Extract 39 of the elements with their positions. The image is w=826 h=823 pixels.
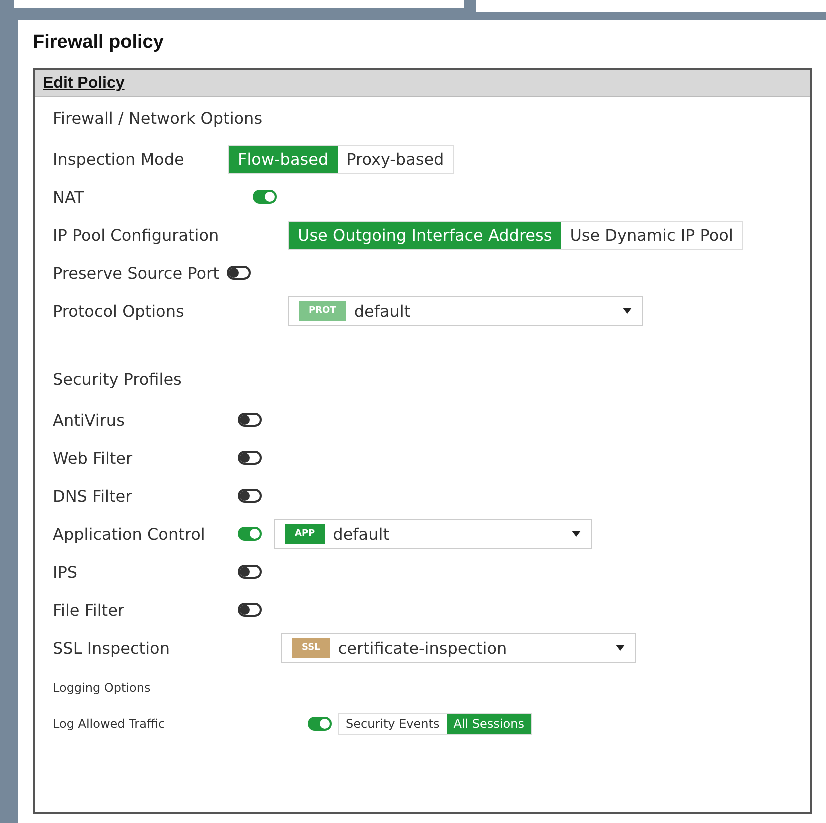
toggle-switch[interactable] <box>308 717 332 731</box>
log-option[interactable]: All Sessions <box>446 714 532 734</box>
field-label: DNS Filter <box>53 486 134 506</box>
toggle-switch[interactable] <box>238 603 262 617</box>
profile-dropdown[interactable]: PROT default <box>288 296 643 326</box>
field-label: Inspection Mode <box>53 150 186 168</box>
mode-option[interactable]: Flow-based <box>229 146 338 172</box>
section-title: Logging Options <box>53 681 152 695</box>
profile-tag: PROT <box>299 301 346 321</box>
field-label: Protocol Options <box>53 302 186 320</box>
field-label: IP Pool Configuration <box>53 226 220 244</box>
caret-icon <box>616 645 625 651</box>
page-title: Firewall policy <box>33 32 165 54</box>
toggle-switch[interactable] <box>238 413 262 427</box>
field-label: Preserve Source Port <box>53 264 220 282</box>
toggle-switch[interactable] <box>238 489 262 503</box>
field-label: NAT <box>53 188 86 206</box>
toggle-switch[interactable] <box>238 527 262 541</box>
profile-tag: SSL <box>292 638 330 658</box>
field-label: AntiVirus <box>53 410 126 430</box>
field-label: Log Allowed Traffic <box>53 717 166 731</box>
toggle-switch[interactable] <box>253 190 277 204</box>
panel-title: Edit Policy <box>43 75 125 92</box>
profile-dropdown[interactable]: SSL certificate-inspection <box>281 633 636 663</box>
caret-icon <box>572 531 581 537</box>
caret-icon <box>623 308 632 314</box>
toggle-switch[interactable] <box>227 266 252 280</box>
toggle-switch[interactable] <box>238 451 262 465</box>
section-title: Security Profiles <box>53 370 183 389</box>
profile-dropdown[interactable]: APP default <box>274 519 592 549</box>
field-label: SSL Inspection <box>53 638 171 658</box>
mode-option[interactable]: Use Outgoing Interface Address <box>289 222 562 248</box>
section-title: Firewall / Network Options <box>53 109 264 128</box>
field-label: Application Control <box>53 524 206 544</box>
field-label: Web Filter <box>53 448 134 468</box>
field-label: File Filter <box>53 600 126 620</box>
field-label: IPS <box>53 562 79 582</box>
profile-tag: APP <box>285 524 326 544</box>
toggle-switch[interactable] <box>238 565 262 579</box>
